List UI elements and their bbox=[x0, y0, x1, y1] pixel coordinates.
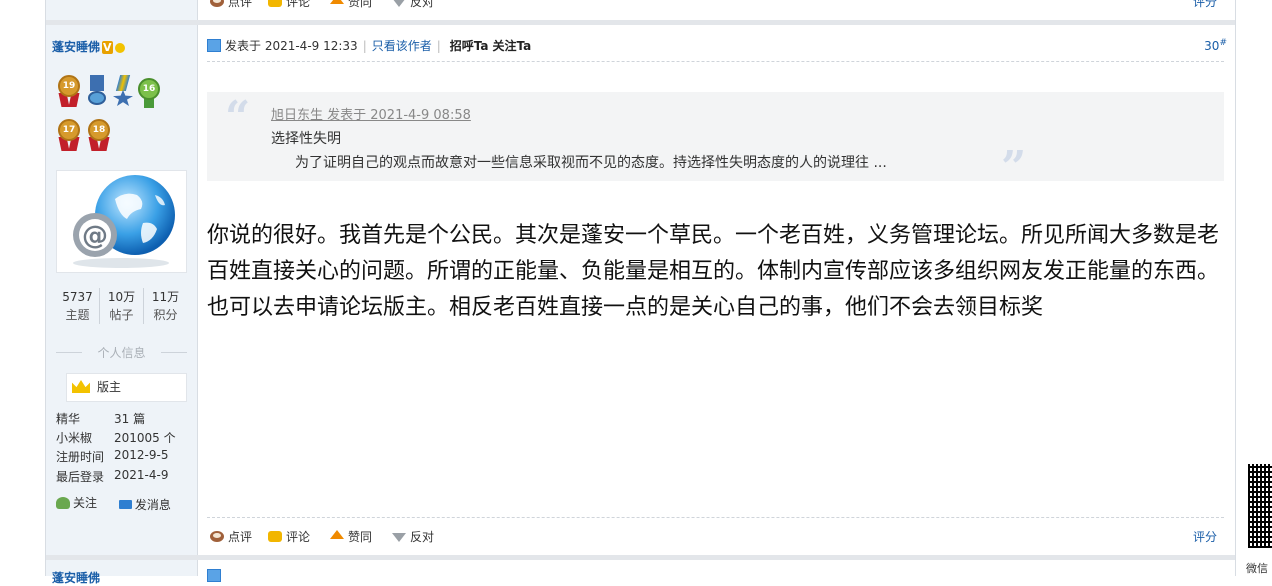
personal-info-heading: 个人信息 bbox=[56, 344, 187, 361]
author-sidebar: 蓬安睡佛 V 19 16 17 18 @ 5737 主题 10万 帖子 11万 … bbox=[46, 0, 198, 585]
qr-label: 微信 bbox=[1246, 562, 1268, 575]
review-button[interactable]: 点评 bbox=[210, 528, 252, 545]
detail-key: 精华 bbox=[56, 412, 81, 426]
stat-posts[interactable]: 10万 帖子 bbox=[100, 288, 144, 324]
message-label: 发消息 bbox=[134, 497, 171, 512]
post-main: 点评 评论 赞同 反对 评分 发表于 2021-4-9 12:33 | 只看该作… bbox=[198, 0, 1235, 582]
qr-code-icon bbox=[1248, 464, 1272, 548]
quote-source-link[interactable]: 旭日东生 发表于 2021-4-9 08:58 bbox=[271, 104, 471, 123]
follow-button[interactable]: 关注 bbox=[56, 494, 97, 511]
action-label: 反对 bbox=[410, 0, 435, 9]
action-label: 赞同 bbox=[348, 0, 373, 9]
wechat-qr-widget[interactable]: 微信 bbox=[1244, 458, 1272, 575]
upvote-icon bbox=[330, 530, 344, 539]
medal-number: 18 bbox=[88, 119, 110, 141]
prev-upvote-button[interactable]: 赞同 bbox=[330, 0, 372, 10]
detail-value: 2012-9-5 bbox=[114, 448, 169, 462]
message-button[interactable]: 发消息 bbox=[118, 496, 171, 513]
stat-label: 积分 bbox=[153, 308, 178, 322]
upvote-button[interactable]: 赞同 bbox=[330, 528, 372, 545]
detail-value[interactable]: 31 篇 bbox=[114, 410, 145, 427]
detail-key: 注册时间 bbox=[56, 450, 105, 464]
comment-icon bbox=[268, 531, 282, 542]
prev-comment-button[interactable]: 评论 bbox=[268, 0, 310, 10]
downvote-button[interactable]: 反对 bbox=[392, 528, 434, 545]
close-quote-icon: ” bbox=[1001, 142, 1027, 193]
post-content: 你说的很好。我首先是个公民。其次是蓬安一个草民。一个老百姓，义务管理论坛。所见所… bbox=[207, 223, 1220, 320]
next-post-author[interactable]: 蓬安睡佛 bbox=[52, 569, 100, 586]
divider: | bbox=[362, 38, 367, 53]
stat-topics[interactable]: 5737 主题 bbox=[56, 288, 100, 324]
review-icon bbox=[210, 0, 224, 7]
stat-label: 帖子 bbox=[109, 308, 134, 322]
review-icon bbox=[210, 531, 224, 542]
action-label: 评论 bbox=[286, 0, 311, 9]
detail-key: 小米椒 bbox=[56, 431, 93, 445]
prev-rate-link[interactable]: 评分 bbox=[1193, 0, 1217, 10]
avatar[interactable]: @ bbox=[56, 170, 187, 273]
svg-text:@: @ bbox=[82, 221, 108, 251]
action-label: 赞同 bbox=[348, 530, 373, 544]
prev-review-button[interactable]: 点评 bbox=[210, 0, 252, 10]
author-actions: 关注 发消息 bbox=[56, 494, 189, 513]
globe-email-avatar-icon: @ bbox=[73, 175, 175, 268]
medal-icon[interactable]: 19 bbox=[56, 73, 82, 109]
people-icon bbox=[56, 496, 70, 509]
divider-line bbox=[207, 61, 1224, 62]
stat-value: 11万 bbox=[151, 290, 180, 304]
author-stats: 5737 主题 10万 帖子 11万 积分 bbox=[56, 288, 187, 324]
only-author-link[interactable]: 只看该作者 bbox=[372, 37, 432, 54]
mail-icon bbox=[118, 499, 132, 509]
author-name[interactable]: 蓬安睡佛 V bbox=[52, 38, 125, 55]
crown-icon bbox=[72, 380, 90, 393]
author-name-link[interactable]: 蓬安睡佛 bbox=[52, 40, 100, 54]
stat-points[interactable]: 11万 积分 bbox=[144, 288, 187, 324]
quote-excerpt: 为了证明自己的观点而故意对一些信息采取视而不见的态度。持选择性失明态度的人的说理… bbox=[295, 155, 887, 171]
stat-value: 10万 bbox=[107, 290, 136, 304]
medal-star-icon[interactable] bbox=[110, 73, 136, 109]
rate-link[interactable]: 评分 bbox=[1193, 528, 1217, 545]
post-meta: 发表于 2021-4-9 12:33 | 只看该作者 | 招呼Ta 关注Ta bbox=[207, 37, 531, 54]
divider: | bbox=[436, 38, 441, 53]
medal-number: 16 bbox=[138, 78, 160, 100]
medal-number: 17 bbox=[58, 119, 80, 141]
floor-value: 30 bbox=[1204, 39, 1220, 53]
thread-container: 蓬安睡佛 V 19 16 17 18 @ 5737 主题 10万 帖子 11万 … bbox=[45, 0, 1236, 585]
action-label: 评论 bbox=[286, 530, 311, 544]
divider-line bbox=[207, 517, 1224, 518]
vip-icon bbox=[114, 42, 125, 53]
stat-value: 5737 bbox=[62, 290, 93, 304]
greet-link[interactable]: 招呼Ta bbox=[450, 37, 489, 54]
medal-number: 19 bbox=[58, 75, 80, 97]
comment-icon bbox=[268, 0, 282, 7]
quote-block: “ 旭日东生 发表于 2021-4-9 08:58 选择性失明 为了证明自己的观… bbox=[207, 92, 1224, 190]
comment-button[interactable]: 评论 bbox=[268, 528, 310, 545]
medal-icon[interactable]: 18 bbox=[86, 117, 112, 153]
detail-value: 201005 个 bbox=[114, 431, 176, 445]
follow-label: 关注 bbox=[73, 496, 98, 510]
action-label: 点评 bbox=[228, 0, 253, 9]
action-label: 点评 bbox=[228, 530, 253, 544]
follow-author-link[interactable]: 关注Ta bbox=[493, 37, 532, 54]
upvote-icon bbox=[330, 0, 344, 4]
user-card-icon bbox=[207, 39, 221, 52]
detail-value: 2021-4-9 bbox=[114, 468, 169, 482]
medal-green-icon[interactable]: 16 bbox=[136, 76, 162, 112]
role-badge[interactable]: 版主 bbox=[66, 373, 187, 402]
floor-mark: # bbox=[1219, 38, 1227, 48]
quote-title: 选择性失明 bbox=[271, 131, 341, 147]
medal-icon[interactable]: 17 bbox=[56, 117, 82, 153]
open-quote-icon: “ bbox=[225, 92, 251, 143]
downvote-icon bbox=[392, 0, 406, 7]
floor-number[interactable]: 30# bbox=[1204, 38, 1227, 53]
prev-downvote-button[interactable]: 反对 bbox=[392, 0, 434, 10]
downvote-icon bbox=[392, 533, 406, 542]
stat-label: 主题 bbox=[65, 308, 90, 322]
medal-blue-icon[interactable] bbox=[84, 73, 110, 109]
detail-key: 最后登录 bbox=[56, 470, 105, 484]
post-time: 发表于 2021-4-9 12:33 bbox=[225, 39, 358, 53]
role-label: 版主 bbox=[97, 380, 122, 394]
action-label: 反对 bbox=[410, 530, 435, 544]
verified-badge-icon: V bbox=[102, 41, 113, 54]
